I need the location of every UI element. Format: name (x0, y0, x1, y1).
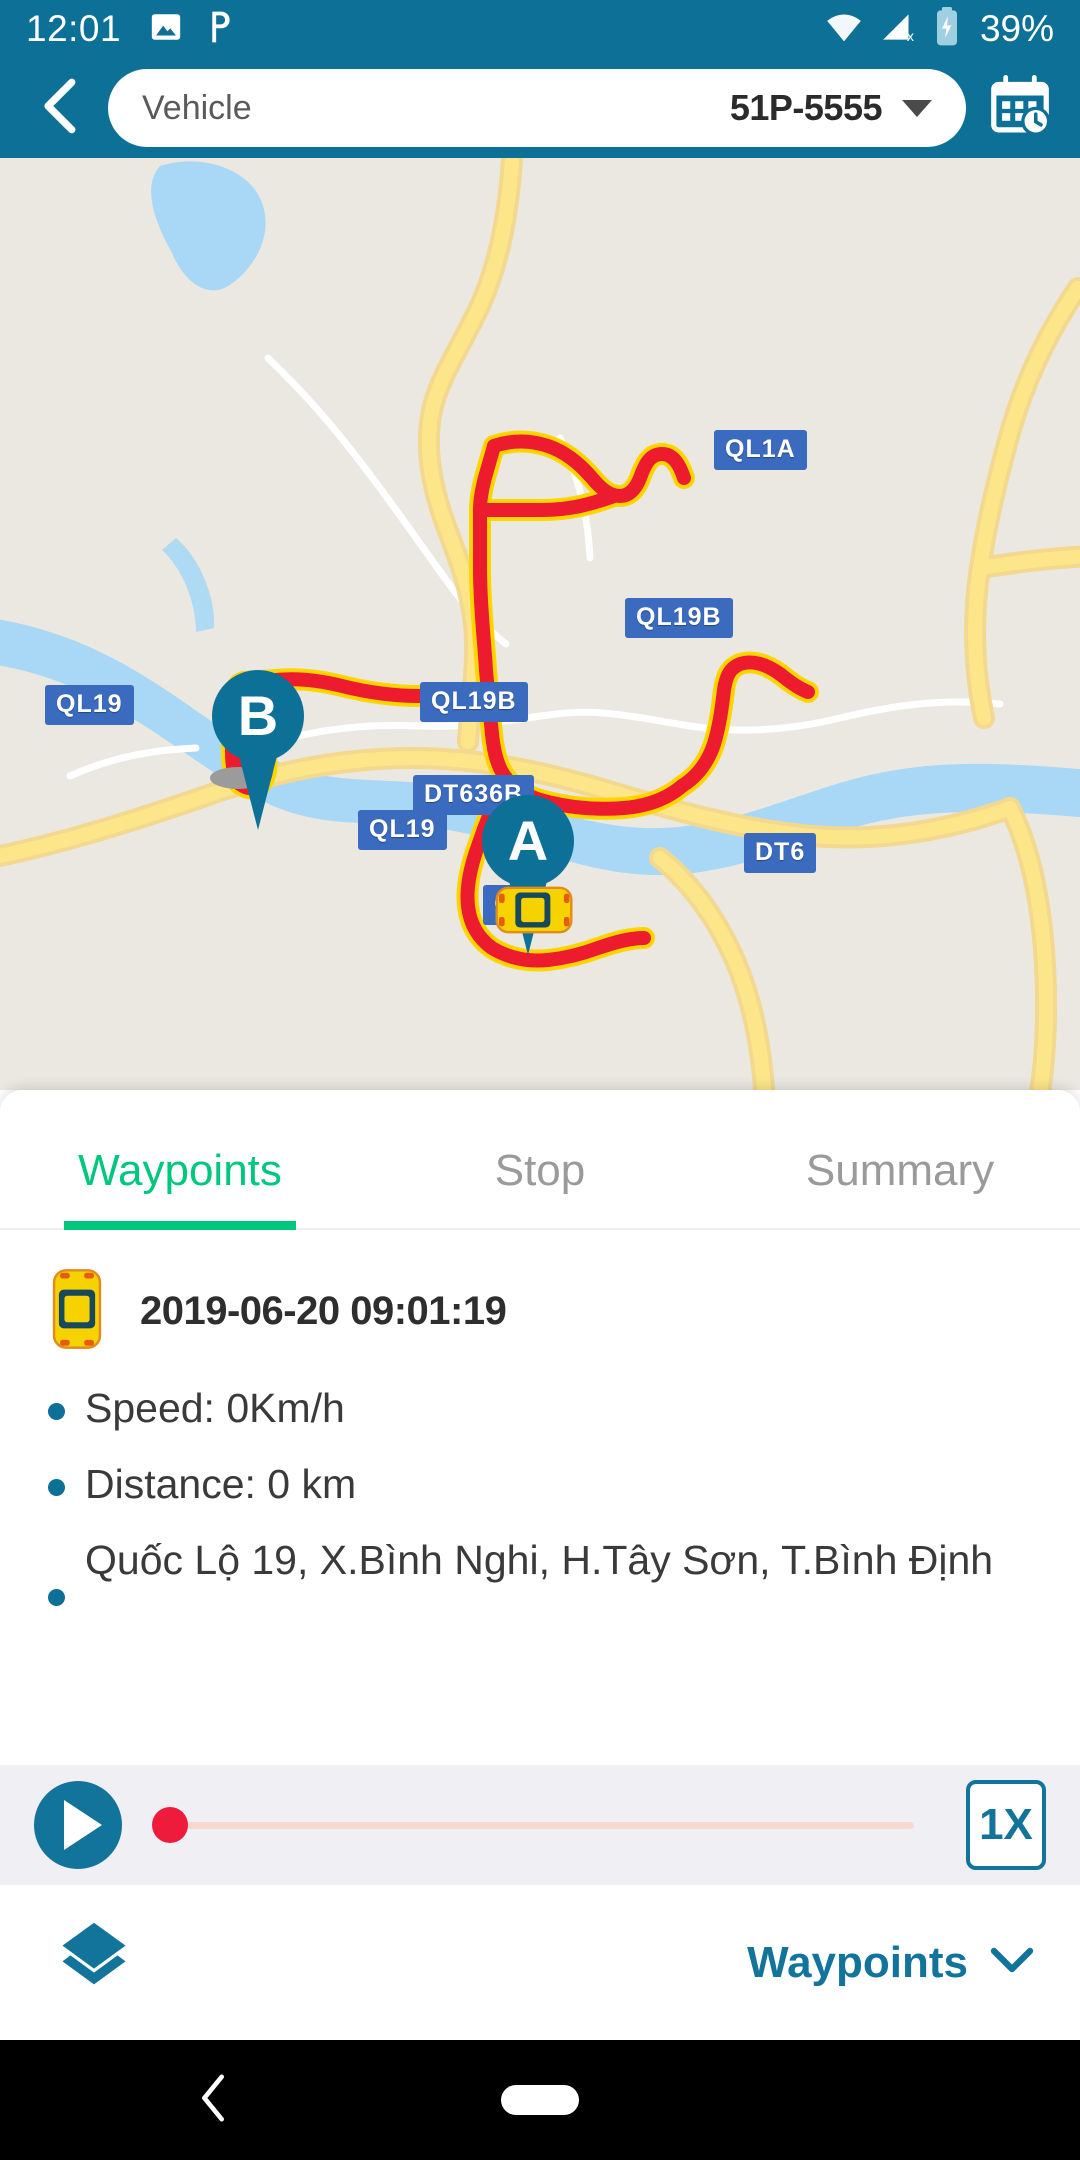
map-marker-b-tail (239, 756, 277, 830)
map-mode-dropdown[interactable]: Waypoints (747, 1938, 1034, 1988)
calendar-clock-icon (989, 74, 1051, 142)
bullet-icon (48, 1479, 65, 1497)
seek-track (176, 1821, 914, 1829)
waypoint-speed-row: Speed: 0Km/h (48, 1383, 1032, 1433)
date-picker-button[interactable] (982, 70, 1058, 146)
status-clock: 12:01 (26, 8, 122, 49)
image-icon (149, 10, 183, 49)
water-lake-north (151, 161, 266, 291)
road-shield-ql1a: QL1A (714, 430, 807, 470)
vehicle-selector[interactable]: Vehicle 51P-5555 (108, 69, 966, 147)
car-top-view-icon (48, 1266, 106, 1357)
vehicle-selector-label: Vehicle (142, 88, 252, 127)
play-icon (64, 1800, 102, 1850)
playback-speed-button[interactable]: 1X (966, 1780, 1046, 1870)
map-layers-icon (51, 1917, 137, 2008)
minor-roads (66, 354, 1004, 780)
footer-bar: Waypoints (0, 1885, 1080, 2040)
tab-bar: Waypoints Stop Summary (0, 1090, 1080, 1230)
nav-home-pill-icon[interactable] (501, 2085, 579, 2115)
chevron-down-icon (990, 1945, 1034, 1980)
map-canvas[interactable]: QL1A QL19B QL19 QL19B DT636B QL19 DT6 Q … (0, 158, 1080, 1090)
vehicle-selector-value: 51P-5555 (729, 87, 883, 128)
waypoint-distance: Distance: 0 km (85, 1461, 357, 1508)
playback-seek-bar[interactable] (152, 1781, 940, 1869)
waypoint-header: 2019-06-20 09:01:19 (48, 1266, 1032, 1357)
road-shield-ql19b-right: QL19B (625, 598, 733, 638)
waypoint-detail: 2019-06-20 09:01:19 Speed: 0Km/h Distanc… (0, 1230, 1080, 1607)
waypoint-distance-row: Distance: 0 km (48, 1459, 1032, 1509)
parking-icon (205, 9, 235, 50)
wifi-icon (824, 11, 864, 48)
svg-text:x: x (907, 29, 914, 43)
waypoint-timestamp: 2019-06-20 09:01:19 (140, 1289, 507, 1333)
tab-waypoints[interactable]: Waypoints (0, 1146, 360, 1230)
status-bar: 12:01 x 39% (0, 0, 1080, 58)
map-marker-a-label: A (482, 795, 574, 887)
road-shield-ql19b-mid: QL19B (420, 682, 528, 722)
bullet-icon (48, 1403, 65, 1420)
playback-bar: 1X (0, 1765, 1080, 1885)
cellular-no-sim-icon: x (880, 11, 918, 48)
chevron-down-icon (902, 99, 932, 117)
seek-thumb[interactable] (152, 1807, 188, 1843)
tab-stop[interactable]: Stop (360, 1146, 720, 1230)
tab-summary[interactable]: Summary (720, 1146, 1080, 1230)
waypoint-address: Quốc Lộ 19, X.Bình Nghi, H.Tây Sơn, T.Bì… (85, 1537, 994, 1584)
battery-charging-icon (934, 6, 960, 52)
road-shield-ql19-mid: QL19 (358, 810, 447, 850)
bullet-icon (48, 1589, 65, 1607)
nav-back-icon[interactable] (196, 2073, 232, 2128)
map-marker-b[interactable]: B (212, 670, 304, 830)
chevron-left-icon (35, 78, 87, 139)
road-shield-ql19-left: QL19 (45, 685, 134, 725)
android-nav-bar (0, 2040, 1080, 2160)
app-bar: Vehicle 51P-5555 (0, 58, 1080, 158)
map-layers-button[interactable] (46, 1915, 142, 2011)
water-tributary (162, 538, 215, 632)
battery-percent: 39% (979, 8, 1054, 49)
bottom-sheet: Waypoints Stop Summary 2019-06-20 09:01:… (0, 1090, 1080, 1765)
play-button[interactable] (34, 1781, 122, 1869)
map-marker-b-label: B (212, 670, 304, 762)
map-mode-label: Waypoints (747, 1937, 968, 1987)
waypoint-speed: Speed: 0Km/h (85, 1385, 345, 1431)
waypoint-address-row: Quốc Lộ 19, X.Bình Nghi, H.Tây Sơn, T.Bì… (48, 1535, 1032, 1607)
back-button[interactable] (22, 69, 100, 147)
road-shield-dt6: DT6 (744, 833, 817, 873)
